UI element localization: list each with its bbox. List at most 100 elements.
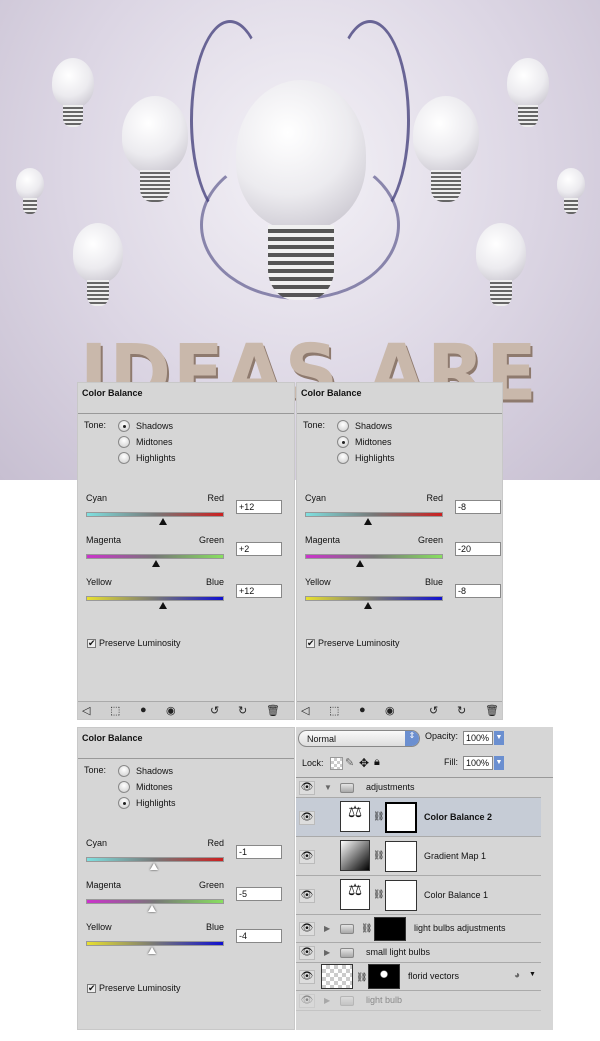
yellow-blue-value-field[interactable]: -4 (236, 929, 282, 943)
layer-row-florid-vectors[interactable]: 👁︎ ⛓ ◕ ▼ florid vectors (296, 963, 541, 991)
tone-radio-highlights[interactable] (118, 797, 130, 809)
tone-label-shadows[interactable]: Shadows (355, 421, 392, 431)
layer-row-light-bulb[interactable]: 👁︎ ▶ light bulb (296, 991, 541, 1011)
layer-name[interactable]: light bulb (366, 995, 402, 1005)
slider-thumb[interactable] (364, 518, 373, 525)
magenta-green-value-field[interactable]: +2 (236, 542, 282, 556)
trash-icon[interactable]: 🗑︎ (266, 704, 280, 717)
magenta-green-value-field[interactable]: -20 (455, 542, 501, 556)
back-arrow-icon[interactable]: ◁ (82, 704, 90, 717)
tone-label-midtones[interactable]: Midtones (355, 437, 392, 447)
layer-row-color-balance-2[interactable]: 👁︎ ⚖ ⛓ Color Balance 2 (296, 798, 541, 837)
visibility-eye-icon[interactable]: 👁︎ (299, 888, 315, 903)
visibility-eye-icon[interactable]: 👁︎ (299, 849, 315, 864)
preserve-luminosity-label[interactable]: Preserve Luminosity (318, 638, 400, 648)
back-arrow-icon[interactable]: ◁ (301, 704, 309, 717)
layer-row-gradient-map-1[interactable]: 👁︎ ⛓ Gradient Map 1 (296, 837, 541, 876)
layer-options-arrow-icon[interactable]: ▼ (529, 971, 536, 978)
expand-view-icon[interactable]: ⬚ (110, 704, 120, 717)
slider-thumb[interactable] (150, 863, 159, 870)
cyan-red-slider-track[interactable] (305, 512, 443, 517)
preserve-luminosity-checkbox[interactable]: ✔ (87, 984, 96, 993)
preserve-luminosity-checkbox[interactable]: ✔ (87, 639, 96, 648)
visibility-eye-icon[interactable]: 👁︎ (299, 781, 315, 795)
cyan-red-slider-track[interactable] (86, 512, 224, 517)
slider-thumb[interactable] (152, 560, 161, 567)
opacity-dropdown-icon[interactable]: ▼ (494, 731, 504, 745)
view-previous-icon[interactable]: ↺ (429, 704, 438, 717)
clip-layer-icon[interactable]: ● (359, 704, 366, 716)
tone-label-midtones[interactable]: Midtones (136, 782, 173, 792)
trash-icon[interactable]: 🗑︎ (485, 704, 499, 717)
expand-triangle-icon[interactable]: ▶ (324, 924, 330, 933)
opacity-field[interactable]: 100% (463, 731, 493, 745)
layer-name[interactable]: Gradient Map 1 (424, 851, 486, 861)
lock-all-icon[interactable]: 🔒︎ (374, 756, 380, 769)
visibility-eye-icon[interactable]: ◉ (166, 704, 176, 717)
tone-label-midtones[interactable]: Midtones (136, 437, 173, 447)
visibility-eye-icon[interactable]: 👁︎ (299, 810, 315, 825)
tone-radio-highlights[interactable] (118, 452, 130, 464)
lock-position-icon[interactable]: ✥ (359, 756, 369, 770)
preserve-luminosity-label[interactable]: Preserve Luminosity (99, 983, 181, 993)
magenta-green-slider-track[interactable] (305, 554, 443, 559)
slider-thumb[interactable] (356, 560, 365, 567)
cyan-red-value-field[interactable]: -1 (236, 845, 282, 859)
expand-triangle-icon[interactable]: ▶ (324, 948, 330, 957)
view-previous-icon[interactable]: ↺ (210, 704, 219, 717)
slider-thumb[interactable] (159, 518, 168, 525)
visibility-eye-icon[interactable]: 👁︎ (299, 922, 315, 936)
tone-label-shadows[interactable]: Shadows (136, 421, 173, 431)
slider-thumb[interactable] (147, 905, 156, 912)
tone-radio-midtones[interactable] (118, 436, 130, 448)
blend-mode-select[interactable]: Normal ⇕ (298, 730, 420, 747)
magenta-green-value-field[interactable]: -5 (236, 887, 282, 901)
layer-row-small-light-bulbs[interactable]: 👁︎ ▶ small light bulbs (296, 943, 541, 963)
visibility-eye-icon[interactable]: 👁︎ (299, 994, 315, 1008)
magenta-green-slider-track[interactable] (86, 554, 224, 559)
magenta-green-slider-track[interactable] (86, 899, 224, 904)
reset-icon[interactable]: ↻ (238, 704, 247, 717)
visibility-eye-icon[interactable]: ◉ (385, 704, 395, 717)
preserve-luminosity-checkbox[interactable]: ✔ (306, 639, 315, 648)
layer-row-adjustments[interactable]: 👁︎ ▼ adjustments (296, 778, 541, 798)
yellow-blue-slider-track[interactable] (86, 596, 224, 601)
expand-view-icon[interactable]: ⬚ (329, 704, 339, 717)
visibility-eye-icon[interactable]: 👁︎ (299, 970, 315, 984)
visibility-eye-icon[interactable]: 👁︎ (299, 946, 315, 960)
layer-row-light-bulbs-adjustments[interactable]: 👁︎ ▶ ⛓ light bulbs adjustments (296, 915, 541, 943)
yellow-blue-value-field[interactable]: -8 (455, 584, 501, 598)
tone-label-highlights[interactable]: Highlights (136, 798, 176, 808)
lock-image-icon[interactable]: ✎ (345, 756, 354, 769)
slider-thumb[interactable] (159, 602, 168, 609)
fill-field[interactable]: 100% (463, 756, 493, 770)
lock-transparency-icon[interactable] (330, 757, 343, 770)
clip-layer-icon[interactable]: ● (140, 704, 147, 716)
layer-name[interactable]: Color Balance 2 (424, 812, 492, 822)
layer-name[interactable]: small light bulbs (366, 947, 430, 957)
collapse-triangle-icon[interactable]: ▼ (324, 783, 332, 792)
tone-radio-highlights[interactable] (337, 452, 349, 464)
tone-radio-midtones[interactable] (118, 781, 130, 793)
fill-dropdown-icon[interactable]: ▼ (494, 756, 504, 770)
expand-triangle-icon[interactable]: ▶ (324, 996, 330, 1005)
layer-name[interactable]: light bulbs adjustments (414, 923, 506, 933)
layer-name[interactable]: Color Balance 1 (424, 890, 488, 900)
slider-thumb[interactable] (148, 947, 157, 954)
yellow-blue-value-field[interactable]: +12 (236, 584, 282, 598)
layer-style-icon[interactable]: ◕ (514, 970, 520, 981)
reset-icon[interactable]: ↻ (457, 704, 466, 717)
layer-name[interactable]: adjustments (366, 782, 415, 792)
tone-radio-shadows[interactable] (118, 765, 130, 777)
yellow-blue-slider-track[interactable] (86, 941, 224, 946)
layer-name[interactable]: florid vectors (408, 971, 459, 981)
yellow-blue-slider-track[interactable] (305, 596, 443, 601)
slider-thumb[interactable] (364, 602, 373, 609)
tone-radio-shadows[interactable] (337, 420, 349, 432)
cyan-red-value-field[interactable]: -8 (455, 500, 501, 514)
tone-label-highlights[interactable]: Highlights (136, 453, 176, 463)
tone-radio-shadows[interactable] (118, 420, 130, 432)
layer-row-color-balance-1[interactable]: 👁︎ ⚖ ⛓ Color Balance 1 (296, 876, 541, 915)
cyan-red-value-field[interactable]: +12 (236, 500, 282, 514)
tone-label-highlights[interactable]: Highlights (355, 453, 395, 463)
